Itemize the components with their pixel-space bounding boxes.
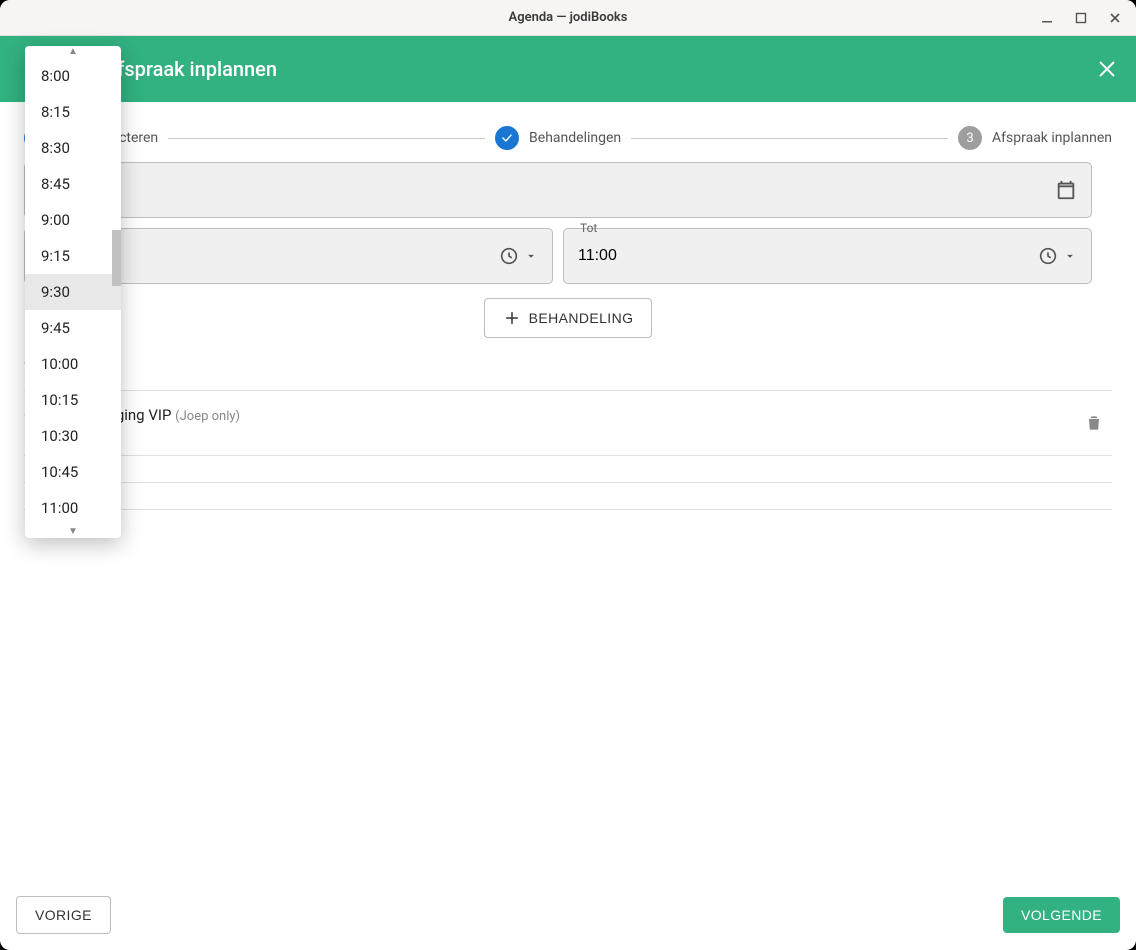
step-3-label: Afspraak inplannen <box>992 130 1112 146</box>
treatment-title: Gelaatsverzorging VIP (Joep only) <box>24 406 1076 424</box>
minimize-button[interactable] <box>1032 4 1062 32</box>
window-title: Agenda — jodiBooks <box>509 10 628 25</box>
date-input[interactable] <box>39 181 1055 199</box>
step-3-number: 3 <box>958 126 982 150</box>
stepper-line <box>631 138 948 139</box>
plus-icon <box>503 309 521 327</box>
treatment-subtitle: (Joep only) <box>175 409 240 424</box>
dialog-title: Afspraak inplannen <box>104 57 277 81</box>
time-option[interactable]: 8:30 <box>25 130 121 166</box>
window-controls <box>1032 0 1130 35</box>
next-label: VOLGENDE <box>1021 907 1102 923</box>
time-option[interactable]: 9:00 <box>25 202 121 238</box>
chevron-down-icon <box>1063 249 1077 263</box>
step-3[interactable]: 3 Afspraak inplannen <box>958 126 1112 150</box>
clock-icon <box>498 245 520 267</box>
app-window: Agenda — jodiBooks Afspraak inplannen Kl… <box>0 0 1136 950</box>
check-icon <box>495 126 519 150</box>
close-dialog-button[interactable] <box>1096 58 1118 80</box>
delete-treatment-button[interactable] <box>1076 405 1112 441</box>
scroll-down-arrow[interactable]: ▼ <box>25 526 121 538</box>
time-options-list: 8:008:158:308:459:009:159:309:4510:0010:… <box>25 58 121 526</box>
time-option[interactable]: 8:15 <box>25 94 121 130</box>
time-option[interactable]: 8:00 <box>25 58 121 94</box>
step-2[interactable]: Behandelingen <box>495 126 621 150</box>
scrollbar-thumb[interactable] <box>112 230 121 286</box>
dialog-content: Tot BEHANDELING Omschrij <box>0 162 1136 884</box>
time-option[interactable]: 10:30 <box>25 418 121 454</box>
chevron-down-icon <box>524 249 538 263</box>
time-to-field[interactable]: Tot <box>563 228 1092 284</box>
clock-icon <box>1037 245 1059 267</box>
treatment-duration: 1 uur 30 minuten <box>24 426 1076 441</box>
date-field[interactable] <box>24 162 1092 218</box>
divider <box>24 509 1112 510</box>
add-treatment-button[interactable]: BEHANDELING <box>484 298 653 338</box>
stepper-line <box>168 138 485 139</box>
dialog-header: Afspraak inplannen <box>0 36 1136 102</box>
divider-section <box>24 482 1112 510</box>
scroll-up-arrow[interactable]: ▲ <box>25 46 121 58</box>
titlebar: Agenda — jodiBooks <box>0 0 1136 36</box>
previous-label: VORIGE <box>35 907 92 923</box>
dialog-footer: VORIGE VOLGENDE <box>0 884 1136 950</box>
time-option[interactable]: 10:00 <box>25 346 121 382</box>
time-option[interactable]: 9:15 <box>25 238 121 274</box>
treatment-row: Gelaatsverzorging VIP (Joep only) 1 uur … <box>24 390 1112 456</box>
add-treatment-label: BEHANDELING <box>529 310 634 326</box>
time-option[interactable]: 10:45 <box>25 454 121 490</box>
time-option[interactable]: 11:00 <box>25 490 121 526</box>
time-option[interactable]: 10:15 <box>25 382 121 418</box>
description-label: Omschrijving <box>24 356 1112 372</box>
step-2-label: Behandelingen <box>529 130 621 146</box>
divider <box>24 482 1112 483</box>
close-window-button[interactable] <box>1100 4 1130 32</box>
previous-button[interactable]: VORIGE <box>16 896 111 934</box>
time-option[interactable]: 9:45 <box>25 310 121 346</box>
time-to-label: Tot <box>576 221 601 235</box>
stepper: Klant selecteren Behandelingen 3 Afspraa… <box>0 102 1136 162</box>
calendar-icon[interactable] <box>1055 179 1077 201</box>
time-option[interactable]: 8:45 <box>25 166 121 202</box>
time-option[interactable]: 9:30 <box>25 274 121 310</box>
time-dropdown[interactable]: ▲ 8:008:158:308:459:009:159:309:4510:001… <box>25 46 121 538</box>
next-button[interactable]: VOLGENDE <box>1003 897 1120 933</box>
maximize-button[interactable] <box>1066 4 1096 32</box>
time-to-input[interactable] <box>578 247 1037 265</box>
